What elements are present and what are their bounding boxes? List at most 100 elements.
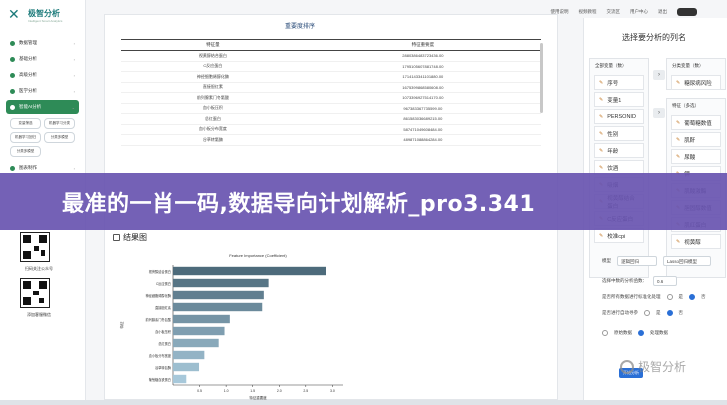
chart-bar — [173, 278, 269, 288]
sidebar-nav: 数据管理 › 基础分析 › 高级分析 › 医学分析 › 智能AI分析 ⌄ 变量筛选 机器学… — [0, 30, 85, 175]
importance-cell: 1675399868580608.00 — [304, 82, 541, 93]
list-item[interactable]: ✎ 葡萄糖数值 — [671, 115, 721, 130]
table-row: 神经细胞烯醇化酶 1714143341101880.00 — [121, 71, 541, 83]
list-item[interactable]: ✎ 视黄醇 — [671, 234, 721, 249]
sidebar-item-label: 图表制作 — [19, 165, 37, 170]
list-item-label: 肌酐 — [684, 137, 696, 144]
submenu-item[interactable]: 分类多模型 — [10, 146, 41, 157]
importance-cell: 587471049608484.00 — [304, 124, 541, 135]
pencil-icon: ✎ — [676, 79, 681, 86]
model-row: 模型 逻辑回归 Lasso回归模型 — [602, 256, 711, 266]
feature-name-cell: 直接胆红素 — [121, 82, 305, 93]
chart-bar — [173, 362, 200, 372]
qr-label: 扫码关注公众号 — [25, 266, 53, 271]
sidebar-item-ai[interactable]: 智能AI分析 ⌄ — [6, 100, 79, 114]
radio-label: 处理数据 — [650, 330, 668, 335]
avatar[interactable] — [677, 8, 697, 16]
table-title: 重要度排序 — [285, 24, 316, 30]
qr-label: 添加客服微信 — [27, 312, 51, 317]
result-title: 结果图 — [113, 232, 147, 243]
feature-name-cell: 血小板压积 — [121, 103, 305, 114]
ratio-input[interactable]: 0.6 — [653, 276, 677, 286]
chevron-right-icon: › — [73, 88, 75, 94]
list-item[interactable]: ✎ 肌酐 — [671, 132, 721, 147]
sidebar-item-medical[interactable]: 医学分析 › — [6, 84, 79, 98]
chevron-right-icon: › — [73, 56, 75, 62]
chart-bar — [173, 374, 187, 384]
submenu-item[interactable]: 机器学习回归 — [10, 132, 41, 143]
chevron-right-icon: › — [73, 40, 75, 46]
dot-icon — [10, 72, 15, 78]
pencil-icon: ✎ — [599, 147, 604, 154]
radio-yes[interactable] — [666, 294, 673, 300]
result-title-text: 结果图 — [123, 233, 147, 242]
pencil-icon: ✎ — [676, 153, 681, 160]
list-item[interactable]: ✎ PERSONID — [594, 109, 644, 124]
sidebar-item-label: 智能AI分析 — [19, 104, 42, 109]
sidebar-item-label: 医学分析 — [19, 88, 37, 93]
chart-title: Feature Importance (Coefficient) — [229, 253, 287, 258]
chart-bar — [173, 290, 264, 300]
topbar-link[interactable]: 退出 — [658, 9, 667, 15]
x-tick-label: 3.0 — [330, 389, 335, 393]
chevron-right-icon: › — [73, 72, 75, 78]
option-label: 是否所有数据进行标准化处理 — [602, 294, 661, 299]
feature-name-cell: C反应蛋白 — [121, 61, 305, 72]
radio-yes[interactable] — [644, 310, 650, 316]
list-item-label: 变量1 — [607, 97, 622, 104]
chart-category-label: 谷草转氨酶 — [155, 365, 172, 370]
chart-bar — [173, 326, 225, 336]
submenu-item[interactable]: 变量筛选 — [10, 118, 41, 129]
radio-no[interactable] — [689, 294, 695, 300]
topbar-link[interactable]: 交流区 — [607, 9, 621, 15]
chart-bar — [173, 302, 263, 312]
sidebar-item-basic[interactable]: 基础分析 › — [6, 52, 79, 66]
dot-icon — [10, 56, 15, 62]
radio-processed[interactable] — [638, 330, 644, 336]
y-axis-label: 特征 — [119, 321, 124, 329]
model-select[interactable]: 逻辑回归 — [617, 256, 657, 266]
chart-category-label: 神经细胞烯醇化酶 — [146, 293, 172, 298]
radio-label: 是 — [656, 310, 661, 315]
list-item[interactable]: ✎ 变量1 — [594, 92, 644, 107]
topbar-link[interactable]: 视频教程 — [579, 9, 597, 15]
table-row: C反应蛋白 1795105607881748.00 — [121, 61, 541, 72]
topbar-link[interactable]: 用户中心 — [630, 9, 648, 15]
list-item-label: 视黄醇 — [684, 239, 701, 246]
sidebar-item-data[interactable]: 数据管理 › — [6, 36, 79, 50]
chart-category-label: 血小板分布宽度 — [149, 353, 172, 358]
wechat-icon — [620, 359, 634, 374]
table-scrollbar[interactable] — [540, 43, 543, 113]
list-item[interactable]: ✎ 校准cpi — [594, 228, 644, 243]
list-item-label: 校准cpi — [607, 233, 626, 240]
submenu-item[interactable]: 分类多模型 — [44, 132, 75, 143]
chart-bar — [173, 314, 230, 324]
dot-icon — [10, 40, 15, 46]
move-right-button[interactable]: › — [653, 70, 665, 80]
radio-raw[interactable] — [602, 330, 608, 336]
list-item[interactable]: ✎ 序号 — [594, 75, 644, 90]
importance-cell: 1714143341101880.00 — [304, 71, 541, 83]
radio-no[interactable] — [666, 310, 673, 316]
auto-tune-row: 是否进行自动寻参 是 否 — [602, 310, 683, 316]
importance-cell: 2880386483723436.00 — [304, 50, 541, 62]
logo-mark-icon: ✕ — [8, 7, 20, 23]
move-right-button[interactable]: › — [653, 108, 665, 118]
submenu-item[interactable]: 机器学习分类 — [44, 118, 75, 129]
list-header: 全部变量（数） — [595, 63, 627, 68]
x-axis-label: 特征重要度 — [249, 395, 267, 400]
x-tick-label: 0.5 — [197, 389, 202, 393]
list-item[interactable]: ✎ 尿酸 — [671, 149, 721, 164]
sub-model-select[interactable]: Lasso回归模型 — [663, 256, 711, 266]
radio-label: 是 — [678, 294, 684, 299]
list-item[interactable]: ✎ 糖尿病风险 — [671, 75, 721, 90]
logo-text: 极智分析 — [28, 8, 60, 18]
list-item[interactable]: ✎ 性别 — [594, 126, 644, 141]
list-header: 分类变量（数） — [672, 63, 704, 68]
chevron-right-icon: › — [73, 165, 75, 171]
sidebar-item-advanced[interactable]: 高级分析 › — [6, 68, 79, 82]
list-item-label: 序号 — [607, 80, 619, 87]
chart-category-label: 总红蛋白 — [158, 341, 171, 346]
list-item[interactable]: ✎ 年龄 — [594, 143, 644, 158]
list-item-label: 尿酸 — [684, 154, 696, 161]
